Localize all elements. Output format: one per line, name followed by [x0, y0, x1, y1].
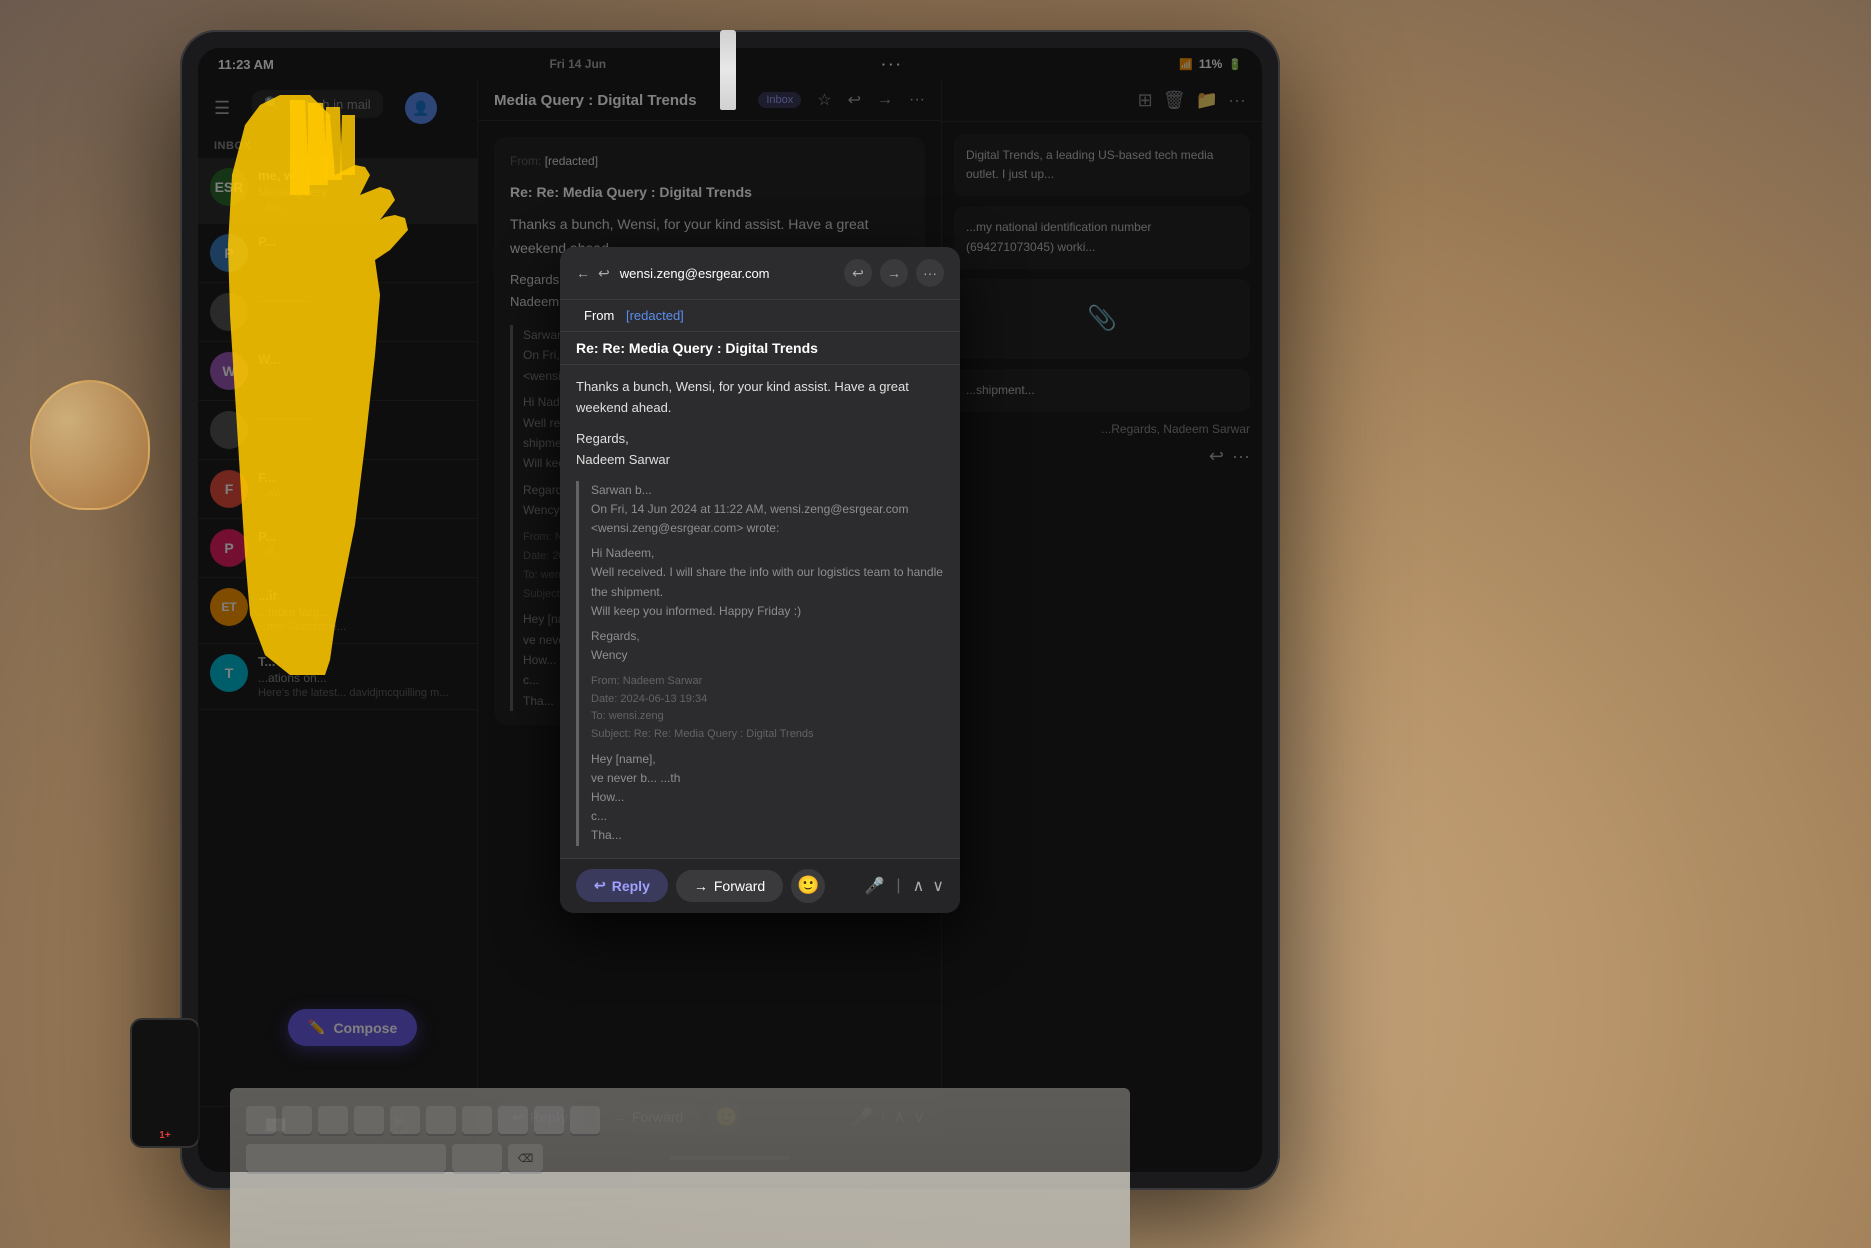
modal-body-greeting: Thanks a bunch, Wensi, for your kind ass…: [576, 377, 944, 419]
reply-modal-reply-icon: ↩: [598, 265, 610, 282]
modal-quoted-regards: Regards, Wency: [591, 627, 944, 665]
apple-pencil: [720, 30, 736, 110]
modal-overlay[interactable]: ← ↩ wensi.zeng@esrgear.com ↩ → ···: [198, 48, 1262, 1172]
modal-body: From [redacted] Re: Re: Media Query : Di…: [560, 300, 960, 857]
oneplus-phone: 1+: [130, 1018, 200, 1148]
modal-footer-reply-icon: ↩: [594, 877, 606, 894]
modal-footer-reply-label: Reply: [612, 878, 650, 894]
modal-header: ← ↩ wensi.zeng@esrgear.com ↩ → ···: [560, 247, 960, 300]
modal-quoted-block: Sarwan b... On Fri, 14 Jun 2024 at 11:22…: [576, 481, 944, 846]
from-field-value: [redacted]: [626, 308, 684, 323]
modal-more-action[interactable]: ···: [916, 259, 944, 287]
from-field-label: From: [584, 308, 614, 323]
modal-subject: Re: Re: Media Query : Digital Trends: [560, 332, 960, 365]
modal-chevron-up[interactable]: ∧: [913, 876, 925, 896]
modal-more-icon: ···: [923, 265, 937, 281]
modal-nested-headers: From: Nadeem Sarwar Date: 2024-06-13 19:…: [591, 673, 944, 743]
reply-modal: ← ↩ wensi.zeng@esrgear.com ↩ → ···: [560, 247, 960, 912]
modal-action-buttons: ↩ → ···: [844, 259, 944, 287]
modal-footer-forward-label: Forward: [714, 878, 765, 894]
modal-recipient-address: wensi.zeng@esrgear.com: [620, 266, 834, 281]
modal-reply-button[interactable]: ↩ Reply: [576, 869, 668, 902]
modal-chevron-down[interactable]: ∨: [932, 876, 944, 896]
back-arrow-icon: ←: [576, 265, 590, 281]
modal-footer-forward-icon: →: [694, 878, 708, 894]
modal-footer: ↩ Reply → Forward 🙂 🎤 | ∧ ∨: [560, 858, 960, 913]
modal-forward-button[interactable]: → Forward: [676, 870, 783, 902]
modal-reply-icon: ↩: [852, 265, 864, 282]
modal-emoji-button[interactable]: 🙂: [791, 869, 825, 903]
modal-compose-content[interactable]: Thanks a bunch, Wensi, for your kind ass…: [560, 365, 960, 857]
modal-from-field: From [redacted]: [560, 300, 960, 332]
modal-divider: |: [896, 877, 900, 895]
modal-forward-icon: →: [887, 265, 901, 281]
modal-forward-action[interactable]: →: [880, 259, 908, 287]
modal-emoji-icon: 🙂: [797, 875, 819, 896]
modal-reply-action[interactable]: ↩: [844, 259, 872, 287]
glass-object: [30, 380, 150, 510]
ipad-device: 11:23 AM Fri 14 Jun ··· 📶 11% 🔋 ☰ 🔍 Sear…: [180, 30, 1280, 1190]
modal-mic-button[interactable]: 🎤: [864, 876, 884, 896]
modal-nested-body: Hey [name], ve never b... ...th How... c…: [591, 750, 944, 846]
modal-body-regards: Regards, Nadeem Sarwar: [576, 429, 944, 471]
oneplus-logo: 1+: [159, 1130, 170, 1141]
ipad-screen: 11:23 AM Fri 14 Jun ··· 📶 11% 🔋 ☰ 🔍 Sear…: [198, 48, 1262, 1172]
